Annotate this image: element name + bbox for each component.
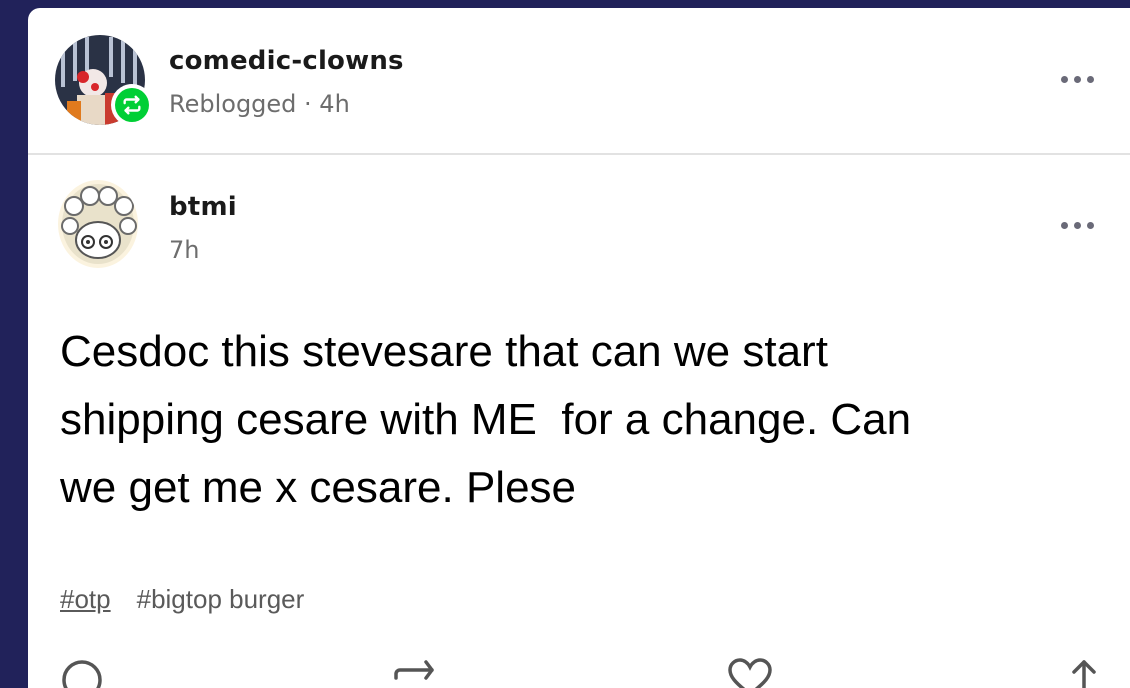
tag-otp[interactable]: #otp [60, 584, 111, 615]
post-timestamp[interactable]: 7h [169, 236, 199, 264]
comment-button[interactable] [60, 658, 104, 688]
post-card: comedic-clowns Reblogged · 4h btmi 7h Ce… [28, 8, 1130, 688]
like-button[interactable] [726, 658, 774, 688]
more-horizontal-icon [1061, 76, 1068, 83]
reblog-badge [111, 84, 153, 126]
reblog-header: comedic-clowns Reblogged · 4h [28, 8, 1130, 155]
post-tags: #otp #bigtop burger [60, 584, 304, 615]
post-more-menu-button[interactable] [1061, 222, 1094, 229]
comment-icon [62, 660, 102, 688]
reblog-button[interactable] [392, 658, 438, 688]
author-username[interactable]: btmi [169, 192, 237, 222]
share-icon [1072, 660, 1096, 688]
author-avatar[interactable] [58, 180, 138, 268]
post-body-text: Cesdoc this stevesare that can we start … [60, 327, 912, 512]
reblog-icon [394, 660, 434, 680]
tag-bigtop-burger[interactable]: #bigtop burger [137, 584, 305, 615]
heart-icon [728, 658, 772, 688]
post-footer-actions [28, 658, 1130, 688]
reblog-more-menu-button[interactable] [1061, 76, 1094, 83]
reblog-icon [123, 95, 141, 115]
share-button[interactable] [1062, 658, 1106, 688]
more-horizontal-icon [1061, 222, 1068, 229]
reblogger-username[interactable]: comedic-clowns [169, 46, 404, 76]
reblog-status: Reblogged · 4h [169, 90, 350, 118]
